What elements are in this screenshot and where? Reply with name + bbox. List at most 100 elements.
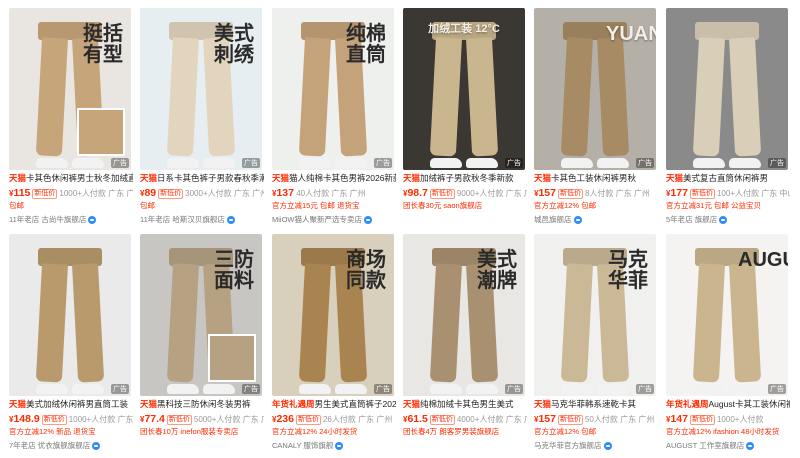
shoe (693, 158, 725, 168)
shop-name[interactable]: MiiOW猫人聚新严选专卖店 (272, 214, 396, 226)
pants-left-leg (298, 37, 331, 157)
product-title[interactable]: 天猫纯棉加绒卡其色男生美式 (403, 399, 527, 410)
price-label: 新低价 (41, 414, 67, 425)
product-title[interactable]: 天猫卡其色工装休闲裤男秋 (534, 173, 658, 184)
price-row: ¥147 新低价 1000+人付款 (666, 413, 790, 426)
shoe (167, 158, 199, 168)
shop-name[interactable]: 7年老店 优衣旗舰旗舰店 (9, 440, 133, 452)
product-title[interactable]: 年货礼遇周August卡其工装休闲裤男 (666, 399, 790, 410)
shop-name[interactable]: 马克华菲官方旗舰店 (534, 440, 658, 452)
shop-link-icon[interactable] (746, 442, 755, 451)
price-row: ¥115新低价1000+人付款 广东 广州 (9, 187, 133, 200)
promo-line: 官方立减12% 新品 退货宝 (9, 427, 96, 436)
product-image[interactable]: 美式刺绣 广告 (140, 8, 262, 170)
pants-right-leg (729, 37, 762, 157)
sales-count: 8人付款 (584, 189, 614, 198)
product-image[interactable]: 广告 (666, 8, 788, 170)
product-title[interactable]: 天猫卡其色休闲裤男士秋冬加绒直筒 (9, 173, 133, 184)
product-image[interactable]: 挺括有型 广告 (9, 8, 131, 170)
shop-link-icon[interactable] (364, 216, 372, 225)
product-image[interactable]: YUANG. 广告 (534, 8, 656, 170)
pants-right-leg (466, 37, 499, 157)
shop-name[interactable]: 5年老店 旗舰店 (666, 214, 790, 226)
product-image[interactable]: 加绒工装 12°C 广告 (403, 8, 525, 170)
pants-right-leg (72, 263, 105, 383)
product-image[interactable]: 三防面料 广告 (140, 234, 262, 396)
shop-name-text: AUGUST 工作室旗舰店 (666, 441, 745, 450)
ad-corner-tag: 广告 (636, 158, 654, 168)
detail-inset-image (77, 108, 125, 156)
store-tag: 天猫 (140, 173, 158, 183)
product-card[interactable]: 美式刺绣广告天猫日系卡其色裤子男款春秋季潮牌 ¥89新低价3000+人付款 广东 … (140, 8, 264, 230)
shoe (299, 384, 331, 394)
product-card[interactable]: 三防面料广告天猫黑科技三防休闲冬装男裤 ¥77.4新低价5000+人付款 广东 广… (140, 234, 264, 456)
shoe (36, 384, 68, 394)
seller-location: 广东 广州 (358, 415, 393, 424)
product-card[interactable]: 加绒工装 12°C 广告 天猫加绒裤子男款秋冬季新款 ¥98.7 新低价 9000+人付款… (403, 8, 527, 230)
shop-name[interactable]: 11年老店 古尚牛旗舰店 (9, 214, 133, 226)
price-label: 新低价 (689, 414, 715, 425)
image-overlay-text: 马克华菲 (608, 249, 648, 292)
ad-corner-tag: 广告 (768, 384, 786, 394)
product-title[interactable]: 天猫日系卡其色裤子男款春秋季潮牌 (140, 173, 264, 184)
price-row: ¥148.9新低价1000+人付款 广东 广州 (9, 413, 133, 426)
product-title[interactable]: 年货礼遇周男生美式直筒裤子2026新 (272, 399, 396, 410)
shop-link-icon[interactable] (335, 442, 344, 451)
price-label: 新低价 (295, 414, 321, 425)
shop-link-icon[interactable] (573, 216, 582, 225)
product-title[interactable]: 天猫加绒裤子男款秋冬季新款 (403, 173, 527, 184)
store-tag: 天猫 (534, 399, 552, 409)
product-image[interactable]: AUGUST 广告 (666, 234, 788, 396)
shop-name-text: 马克华菲官方旗舰店 (534, 441, 602, 450)
shop-name-text: 11年老店 哈斯汉贝旗舰店 (140, 215, 225, 224)
ad-corner-tag: 广告 (374, 384, 392, 394)
ad-corner-tag: 广告 (374, 158, 392, 168)
shop-name[interactable]: 11年老店 哈斯汉贝旗舰店 (140, 214, 264, 226)
shop-link-icon[interactable] (603, 442, 612, 451)
product-title[interactable]: 天猫黑科技三防休闲冬装男裤 (140, 399, 264, 410)
pants-left-leg (692, 37, 725, 157)
product-image[interactable]: 马克华菲 广告 (534, 234, 656, 396)
sales-count: 3000+人付款 (185, 189, 232, 198)
shop-link-icon[interactable] (92, 442, 101, 451)
shop-name[interactable]: AUGUST 工作室旗舰店 (666, 440, 790, 452)
product-card[interactable]: 马克华菲 广告 天猫马克华菲韩系速乾卡其 ¥157 新低价 50人付款 广东 广州 官方立减… (534, 234, 656, 456)
product-card[interactable]: YUANG. 广告天猫卡其色工装休闲裤男秋 ¥157新低价8人付款 广东 广州官方立… (534, 8, 656, 230)
shop-name[interactable]: CANALY 服饰旗舰 (272, 440, 396, 452)
shoe (335, 384, 367, 394)
product-card[interactable]: 广告天猫美式复古直筒休闲裤男 ¥177新低价100+人付款 广东 中山官方立减31… (666, 8, 790, 230)
product-card[interactable]: 美式潮牌广告天猫纯棉加绒卡其色男生美式 ¥61.5新低价4000+人付款 广东 广… (403, 234, 527, 456)
product-price: 157 (538, 187, 556, 199)
seller-location: 广东 广州 (505, 189, 527, 198)
product-image[interactable]: 纯棉直筒 广告 (272, 8, 394, 170)
shop-link-icon[interactable] (719, 216, 728, 225)
product-image[interactable]: 商场同款 广告 (272, 234, 394, 396)
product-title[interactable]: 天猫美式复古直筒休闲裤男 (666, 173, 790, 184)
pants-left-leg (429, 263, 462, 383)
promo-line: 包邮 (140, 201, 155, 210)
seller-location: 广东 广州 (615, 189, 650, 198)
product-image[interactable]: 美式潮牌 广告 (403, 234, 525, 396)
shop-name[interactable]: 城邑旗舰店 (534, 214, 658, 226)
product-image[interactable]: 广告 (9, 234, 131, 396)
product-card[interactable]: 商场同款广告年货礼遇周男生美式直筒裤子2026新 ¥236新低价26人付款 广东 … (272, 234, 396, 456)
ad-corner-tag: 广告 (111, 158, 129, 168)
price-row: ¥157 新低价 8人付款 广东 广州 (534, 187, 658, 200)
product-card[interactable]: 广告天猫美式加绒休闲裤男直筒工装 ¥148.9新低价1000+人付款 广东 广州官… (9, 234, 133, 456)
product-price: 157 (538, 413, 556, 425)
product-title[interactable]: 天猫猫人纯棉卡其色男裤2026新款 (272, 173, 396, 184)
product-card[interactable]: 挺括有型广告天猫卡其色休闲裤男士秋冬加绒直筒 ¥115新低价1000+人付款 广东… (9, 8, 133, 230)
product-title[interactable]: 天猫美式加绒休闲裤男直筒工装 (9, 399, 133, 410)
shop-link-icon[interactable] (88, 216, 97, 225)
price-row: ¥61.5新低价4000+人付款 广东 广州 (403, 413, 527, 426)
store-tag: 天猫 (403, 173, 421, 183)
price-row: ¥137 40人付款 广东 广州 (272, 187, 396, 200)
product-card[interactable]: 纯棉直筒 广告 天猫猫人纯棉卡其色男裤2026新款 ¥137 40人付款 广东 广州官… (272, 8, 396, 230)
ad-corner-tag: 广告 (242, 384, 260, 394)
product-price: 61.5 (407, 413, 428, 425)
shoe (693, 384, 725, 394)
shop-name-text: 7年老店 优衣旗舰旗舰店 (9, 441, 91, 450)
product-card[interactable]: AUGUST 广告年货礼遇周August卡其工装休闲裤男 ¥147新低价1000+人… (666, 234, 790, 456)
shop-link-icon[interactable] (226, 216, 235, 225)
product-title[interactable]: 天猫马克华菲韩系速乾卡其 (534, 399, 658, 410)
